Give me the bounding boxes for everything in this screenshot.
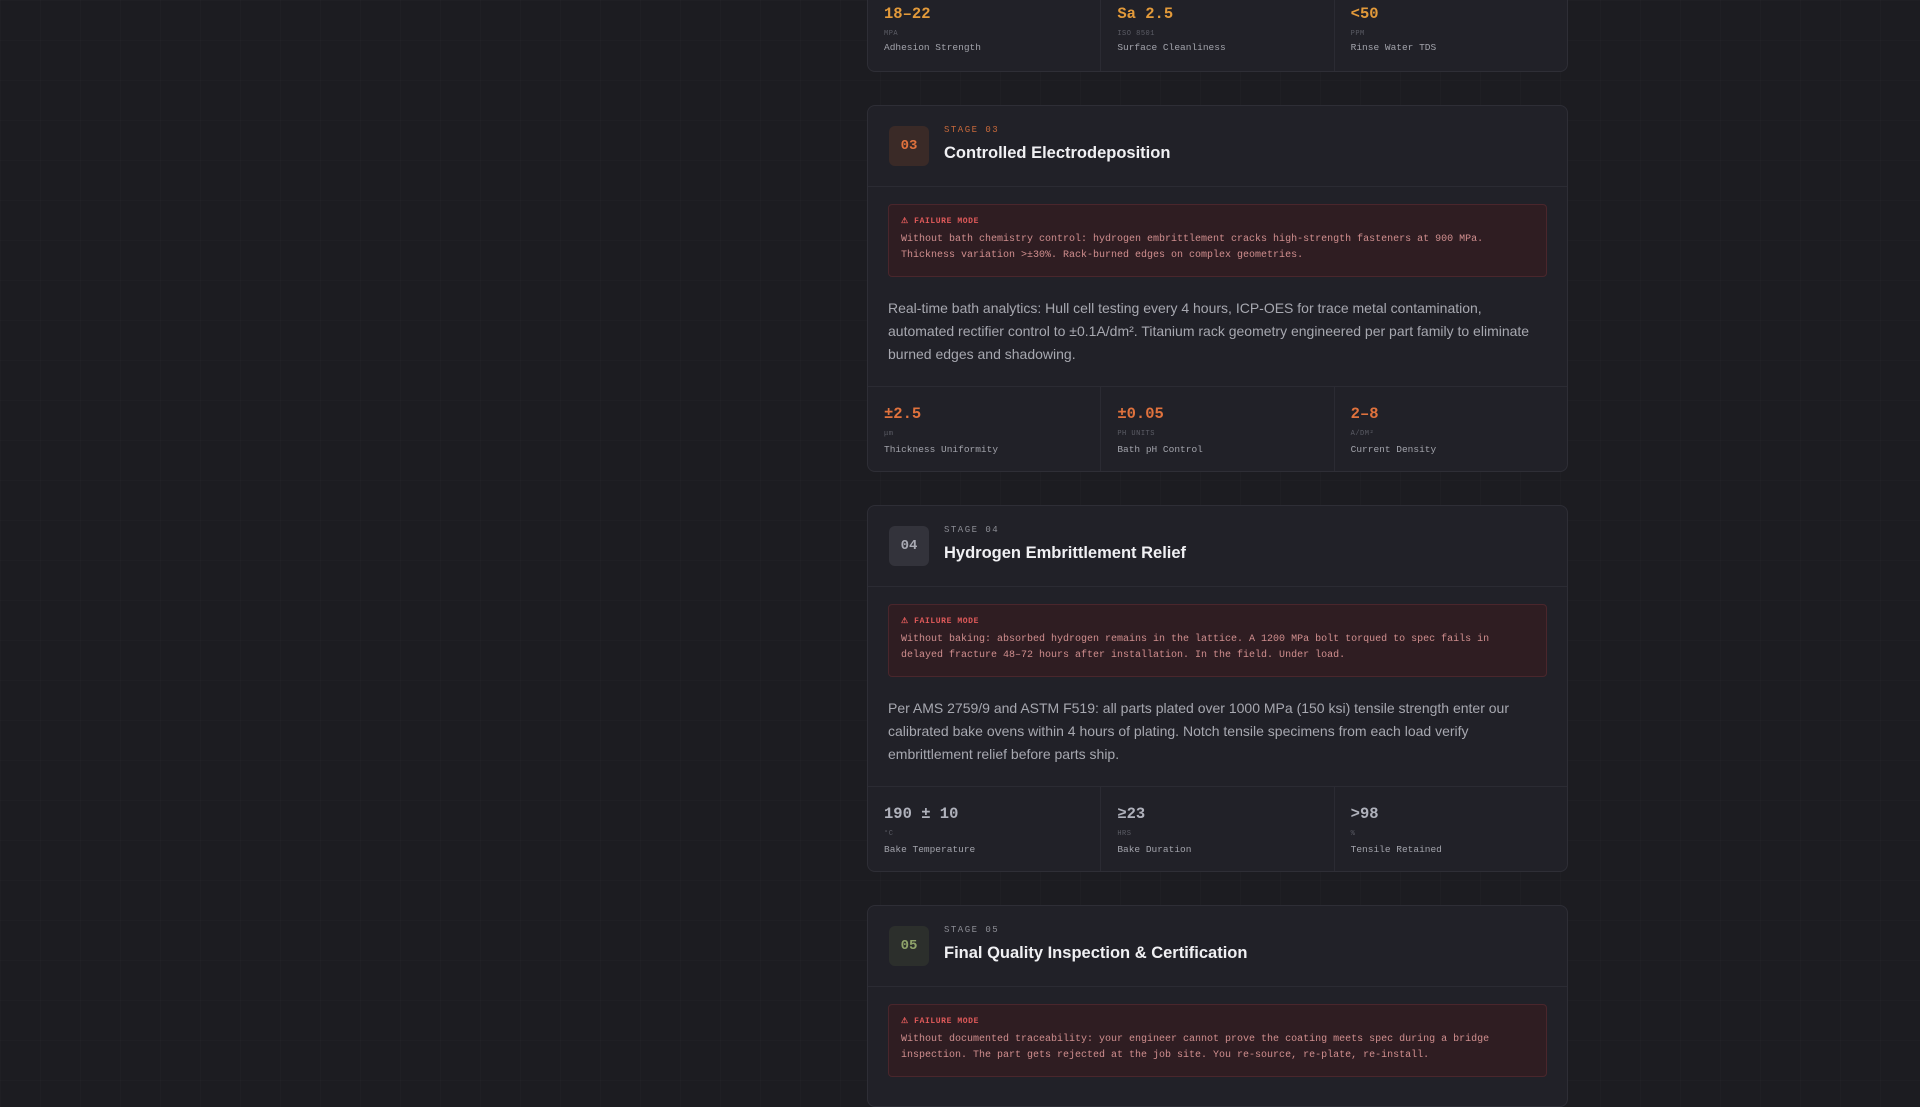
metric-value: 18–22	[884, 5, 931, 23]
metric-bath-ph-control: ±0.05 PH UNITS Bath pH Control	[1101, 387, 1335, 471]
metric-bake-duration: ≥23 HRS Bake Duration	[1101, 787, 1335, 871]
metric-unit: PPM	[1350, 30, 1365, 38]
metric-tensile-retained: >98 % Tensile Retained	[1335, 787, 1567, 871]
metric-unit: °C	[884, 830, 894, 838]
stage-metrics: ±2.5 μm Thickness Uniformity ±0.05 PH UN…	[868, 386, 1567, 471]
stage-04-card: 04 STAGE 04 Hydrogen Embrittlement Relie…	[867, 505, 1568, 872]
metric-unit: μm	[884, 430, 894, 438]
stage-header: 03 STAGE 03 Controlled Electrodeposition	[868, 106, 1567, 187]
stage-05-card: 05 STAGE 05 Final Quality Inspection & C…	[867, 905, 1568, 1107]
metric-unit: ISO 8501	[1117, 30, 1155, 38]
metric-unit: PH UNITS	[1117, 430, 1155, 438]
stage-03-card: 03 STAGE 03 Controlled Electrodeposition…	[867, 105, 1568, 472]
failure-mode-text: Without documented traceability: your en…	[901, 1034, 1490, 1061]
stage-header: 04 STAGE 04 Hydrogen Embrittlement Relie…	[868, 506, 1567, 587]
failure-mode-label: ⚠ FAILURE MODE	[901, 617, 979, 626]
metric-value: >98	[1350, 805, 1379, 823]
metric-value: ≥23	[1117, 805, 1146, 823]
metric-label: Bake Duration	[1117, 844, 1192, 855]
metric-value: 190 ± 10	[884, 805, 959, 823]
stage-number-badge: 04	[889, 526, 929, 566]
stage-label: STAGE 04	[944, 525, 1000, 535]
stage-label: STAGE 03	[944, 125, 1000, 135]
stage-number-badge: 03	[889, 126, 929, 166]
metric-label: Tensile Retained	[1350, 844, 1442, 855]
stage-title: Final Quality Inspection & Certification	[944, 944, 1248, 962]
failure-mode-alert: ⚠ FAILURE MODE Without baking: absorbed …	[888, 604, 1547, 677]
failure-mode-text: Without bath chemistry control: hydrogen…	[901, 234, 1484, 261]
failure-mode-label: ⚠ FAILURE MODE	[901, 1017, 979, 1026]
metric-value: ±0.05	[1117, 405, 1164, 423]
metric-rinse-water-tds: <50 PPM Rinse Water TDS	[1335, 0, 1567, 71]
metric-value: 2–8	[1350, 405, 1379, 423]
failure-mode-alert: ⚠ FAILURE MODE Without documented tracea…	[888, 1004, 1547, 1077]
metric-label: Current Density	[1350, 444, 1437, 455]
stage-02-card: 18–22 MPA Adhesion Strength Sa 2.5 ISO 8…	[867, 0, 1568, 72]
failure-mode-text: Without baking: absorbed hydrogen remain…	[901, 634, 1490, 661]
metric-surface-cleanliness: Sa 2.5 ISO 8501 Surface Cleanliness	[1101, 0, 1335, 71]
stage-header: 05 STAGE 05 Final Quality Inspection & C…	[868, 906, 1567, 987]
metric-label: Rinse Water TDS	[1350, 42, 1437, 53]
metric-label: Bake Temperature	[884, 844, 976, 855]
metric-label: Bath pH Control	[1117, 444, 1203, 455]
stage-title: Hydrogen Embrittlement Relief	[944, 544, 1187, 562]
stage-metrics: 190 ± 10 °C Bake Temperature ≥23 HRS Bak…	[868, 786, 1567, 871]
metric-value: <50	[1350, 5, 1379, 23]
metric-label: Adhesion Strength	[884, 42, 981, 53]
metric-current-density: 2–8 A/DM² Current Density	[1335, 387, 1567, 471]
stage-02-metrics: 18–22 MPA Adhesion Strength Sa 2.5 ISO 8…	[868, 0, 1567, 71]
metric-unit: HRS	[1117, 830, 1132, 838]
stage-description: Per AMS 2759/9 and ASTM F519: all parts …	[888, 700, 1510, 762]
metric-unit: A/DM²	[1350, 430, 1375, 438]
stage-title: Controlled Electrodeposition	[944, 144, 1171, 162]
stage-description: Real-time bath analytics: Hull cell test…	[888, 300, 1530, 362]
metric-adhesion-strength: 18–22 MPA Adhesion Strength	[868, 0, 1102, 71]
failure-mode-alert: ⚠ FAILURE MODE Without bath chemistry co…	[888, 204, 1547, 277]
metric-thickness-uniformity: ±2.5 μm Thickness Uniformity	[868, 387, 1102, 471]
stage-label: STAGE 05	[944, 925, 1000, 935]
metric-label: Thickness Uniformity	[884, 444, 999, 455]
metric-label: Surface Cleanliness	[1117, 42, 1226, 53]
metric-unit: %	[1350, 830, 1356, 838]
metric-value: ±2.5	[884, 405, 922, 423]
stage-number-badge: 05	[889, 926, 929, 966]
metric-bake-temperature: 190 ± 10 °C Bake Temperature	[868, 787, 1102, 871]
metric-value: Sa 2.5	[1117, 5, 1174, 23]
metric-unit: MPA	[884, 30, 899, 38]
failure-mode-label: ⚠ FAILURE MODE	[901, 217, 979, 226]
